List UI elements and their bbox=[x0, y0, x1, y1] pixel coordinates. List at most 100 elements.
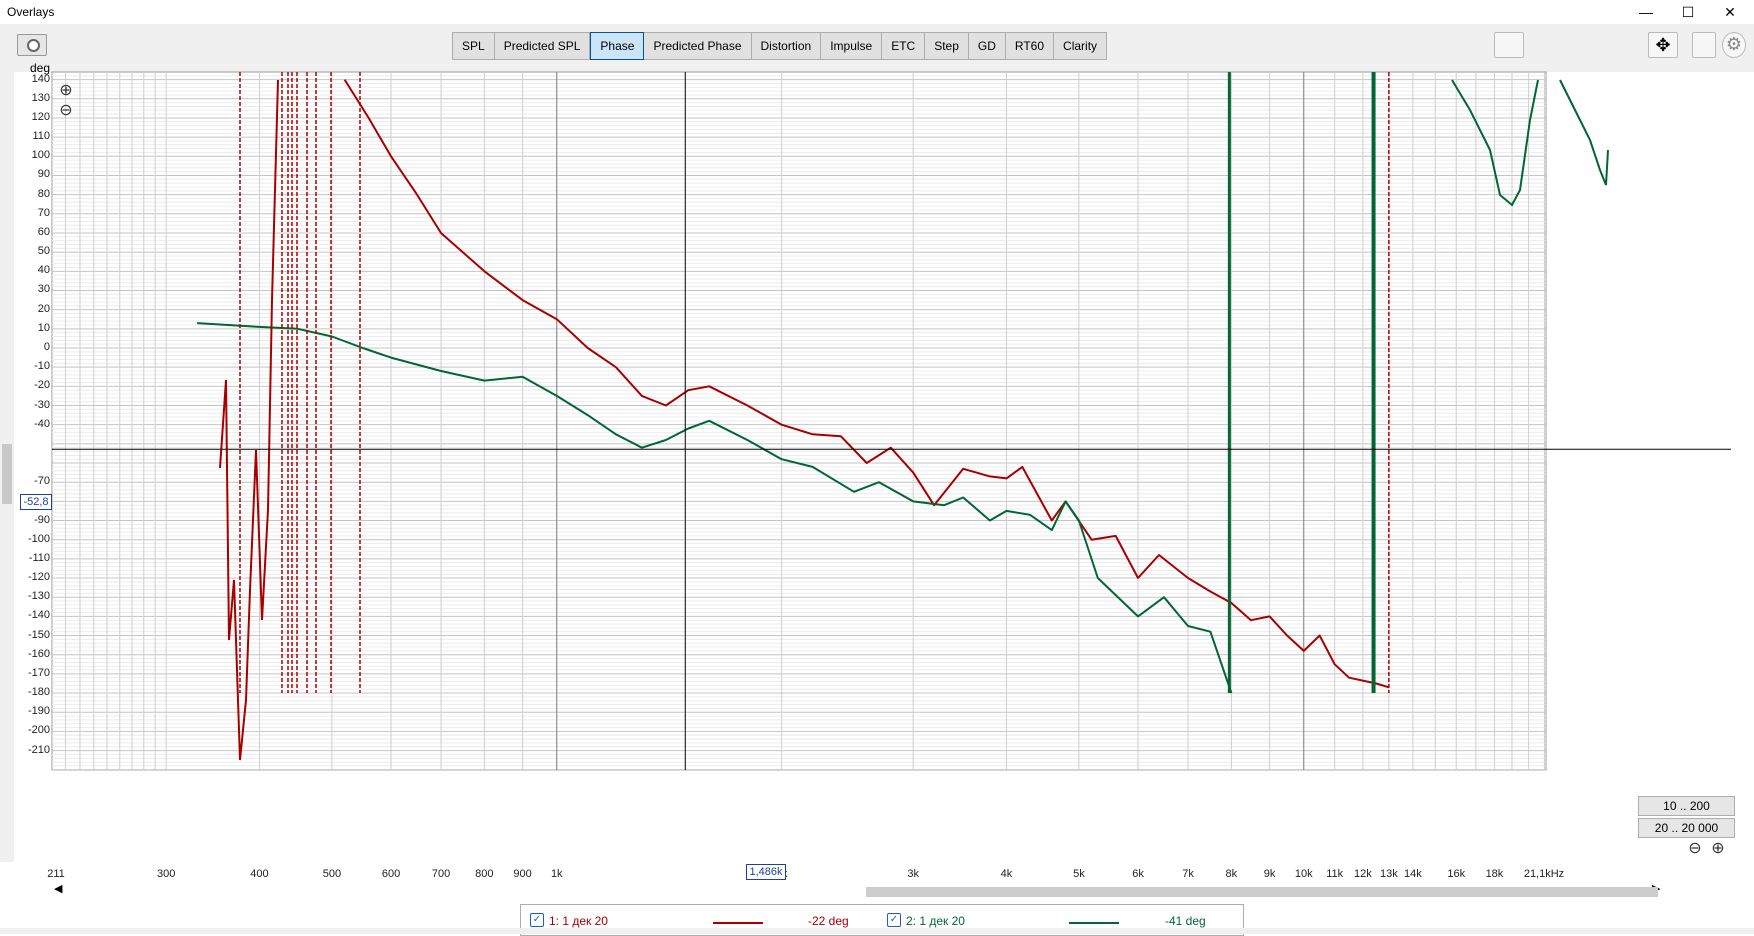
tab-distortion[interactable]: Distortion bbox=[751, 33, 822, 59]
x-tick-label: 8k bbox=[1225, 868, 1238, 880]
y-cursor-readout: -52,8 bbox=[20, 494, 52, 510]
single-view-icon[interactable] bbox=[1564, 32, 1592, 56]
tab-spl[interactable]: SPL bbox=[453, 33, 495, 59]
x-tick-label: 1k bbox=[550, 868, 563, 880]
status-strip bbox=[0, 928, 1754, 934]
range-10-200-button[interactable]: 10 .. 200 bbox=[1638, 796, 1735, 816]
move-arrows-icon[interactable]: ✥ bbox=[1648, 32, 1678, 58]
tab-etc[interactable]: ETC bbox=[882, 33, 926, 59]
x-tick-label: 10k bbox=[1294, 868, 1313, 880]
zoom-in-y-icon[interactable]: ⊕ bbox=[57, 82, 75, 100]
x-tick-label: 12k bbox=[1354, 868, 1372, 880]
controls-icon[interactable] bbox=[1692, 32, 1716, 58]
x-tick-label: 3k bbox=[907, 868, 919, 880]
x-tick-label: 9k bbox=[1263, 868, 1276, 880]
series-line-1-wrapped bbox=[219, 79, 279, 761]
y-tick-label: -70 bbox=[34, 475, 50, 488]
y-tick-label: 80 bbox=[37, 187, 50, 200]
y-tick-label: -40 bbox=[34, 417, 50, 430]
y-tick-label: 70 bbox=[37, 206, 50, 219]
x-tick-label: 5k bbox=[1073, 868, 1085, 880]
y-tick-label: -100 bbox=[27, 532, 50, 545]
maximize-button[interactable]: ☐ bbox=[1676, 3, 1700, 21]
y-tick-label: 100 bbox=[31, 149, 50, 162]
legend-name-2: 2: 1 дек 20 bbox=[906, 914, 965, 928]
plot-area bbox=[51, 71, 1547, 771]
window-title: Overlays bbox=[7, 5, 55, 19]
y-tick-label: -150 bbox=[27, 628, 50, 641]
legend-swatch-1 bbox=[713, 922, 763, 924]
y-tick-label: 50 bbox=[37, 245, 50, 258]
tab-predicted-phase[interactable]: Predicted Phase bbox=[644, 33, 752, 59]
y-tick-label: 10 bbox=[37, 321, 50, 334]
zoom-out-x-icon[interactable]: ⊖ bbox=[1686, 840, 1704, 858]
x-tick-label: 700 bbox=[431, 868, 451, 880]
toolbar: SPL Predicted SPL Phase Predicted Phase Dist… bbox=[0, 24, 1754, 72]
x-tick-label: 6k bbox=[1132, 868, 1144, 880]
x-tick-label: 11k bbox=[1326, 868, 1344, 880]
y-tick-label: -140 bbox=[27, 609, 50, 622]
legend-name-1: 1: 1 дек 20 bbox=[549, 914, 608, 928]
zoom-out-y-icon[interactable]: ⊖ bbox=[57, 102, 75, 120]
scroll-left-icon[interactable]: ◀ bbox=[54, 882, 62, 895]
legend-checkbox-1[interactable]: ✓ bbox=[530, 913, 544, 927]
x-tick-label: 13k bbox=[1380, 868, 1398, 880]
y-tick-label: -170 bbox=[27, 666, 50, 679]
gear-icon[interactable]: ⚙ bbox=[1722, 32, 1746, 58]
x-cursor-readout: 1,486k bbox=[746, 864, 786, 880]
y-tick-label: 20 bbox=[37, 302, 50, 315]
y-tick-label: -120 bbox=[27, 571, 50, 584]
x-tick-label: 300 bbox=[156, 868, 176, 880]
y-tick-label: -210 bbox=[27, 743, 50, 756]
y-tick-label: -190 bbox=[27, 705, 50, 718]
x-tick-label: 400 bbox=[250, 868, 269, 880]
legend-value-1: -22 deg bbox=[808, 914, 849, 928]
camera-icon[interactable] bbox=[17, 34, 47, 56]
tab-predicted-spl[interactable]: Predicted SPL bbox=[494, 33, 591, 59]
tab-rt60[interactable]: RT60 bbox=[1005, 33, 1055, 59]
y-tick-label: 140 bbox=[31, 72, 50, 85]
tab-gd[interactable]: GD bbox=[968, 33, 1006, 59]
y-tick-label: -200 bbox=[27, 724, 50, 737]
y-tick-label: -10 bbox=[34, 360, 50, 373]
x-tick-label: 7k bbox=[1182, 868, 1194, 880]
y-tick-label: 30 bbox=[37, 283, 50, 296]
series-line-2-wrapped bbox=[1559, 79, 1609, 186]
tab-step[interactable]: Step bbox=[925, 33, 969, 59]
x-tick-label: 21,1kHz bbox=[1523, 868, 1565, 880]
x-tick-label: 800 bbox=[475, 868, 494, 880]
legend-swatch-2 bbox=[1069, 922, 1119, 924]
zoom-in-x-icon[interactable]: ⊕ bbox=[1709, 840, 1727, 858]
graph-tabs: SPL Predicted SPL Phase Predicted Phase Dist… bbox=[452, 32, 1108, 60]
series-line-1 bbox=[343, 79, 1390, 689]
legend-value-2: -41 deg bbox=[1165, 914, 1206, 928]
y-tick-label: 60 bbox=[37, 225, 50, 238]
x-tick-label: 18k bbox=[1485, 868, 1504, 880]
tab-phase[interactable]: Phase bbox=[590, 32, 645, 60]
close-button[interactable]: ✕ bbox=[1718, 3, 1742, 21]
range-20-20000-button[interactable]: 20 .. 20 000 bbox=[1638, 818, 1735, 838]
y-tick-label: -160 bbox=[27, 647, 50, 660]
y-tick-label: 90 bbox=[37, 168, 50, 181]
phase-chart bbox=[51, 71, 1731, 771]
x-tick-label: 4k bbox=[1000, 868, 1013, 880]
x-tick-label: 600 bbox=[381, 868, 401, 880]
x-tick-label: 900 bbox=[513, 868, 532, 880]
y-tick-label: 120 bbox=[31, 110, 50, 123]
curve-arrange-icon[interactable] bbox=[1494, 32, 1524, 58]
series-line-2-wrapped bbox=[1451, 79, 1539, 207]
x-tick-label: 16k bbox=[1447, 868, 1466, 880]
y-tick-label: -90 bbox=[34, 513, 50, 526]
y-tick-label: -110 bbox=[28, 551, 50, 564]
y-tick-label: 130 bbox=[31, 91, 50, 104]
tab-impulse[interactable]: Impulse bbox=[821, 33, 883, 59]
tab-clarity[interactable]: Clarity bbox=[1054, 33, 1107, 59]
series-line-2 bbox=[197, 322, 1233, 694]
y-tick-label: 110 bbox=[32, 130, 50, 143]
minimize-button[interactable]: — bbox=[1634, 3, 1658, 21]
y-tick-label: 40 bbox=[37, 264, 50, 277]
horizontal-scroll-thumb[interactable] bbox=[866, 887, 1658, 897]
legend-checkbox-2[interactable]: ✓ bbox=[887, 913, 901, 927]
x-tick-label: 211 bbox=[47, 868, 65, 880]
split-view-icon[interactable] bbox=[1604, 32, 1632, 56]
